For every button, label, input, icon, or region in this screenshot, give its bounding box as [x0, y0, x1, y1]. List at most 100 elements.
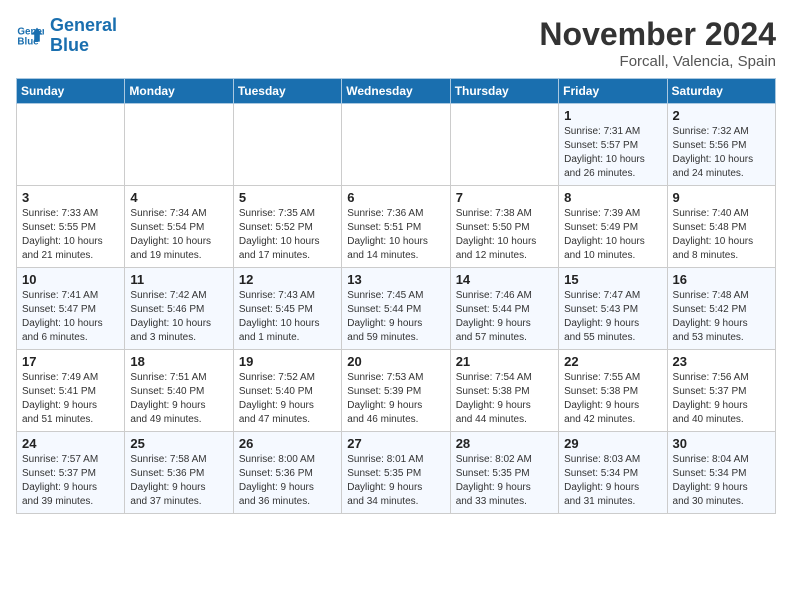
day-number: 9 [673, 190, 770, 205]
day-number: 18 [130, 354, 227, 369]
day-info: Sunrise: 7:41 AM Sunset: 5:47 PM Dayligh… [22, 289, 119, 345]
calendar-day-cell: 20 Sunrise: 7:53 AM Sunset: 5:39 PM Dayli… [342, 350, 450, 432]
calendar-day-cell [342, 104, 450, 186]
day-number: 26 [239, 436, 336, 451]
weekday-header-cell: Sunday [17, 79, 125, 104]
calendar-day-cell: 7Sunrise: 7:38 AM Sunset: 5:50 PM Daylig… [450, 186, 558, 268]
day-info: Sunrise: 7:58 AM Sunset: 5:36 PM Dayligh… [130, 453, 227, 509]
calendar-day-cell [17, 104, 125, 186]
day-number: 6 [347, 190, 444, 205]
day-number: 24 [22, 436, 119, 451]
calendar-day-cell [233, 104, 341, 186]
month-title: November 2024 [539, 16, 776, 53]
calendar-day-cell: 25 Sunrise: 7:58 AM Sunset: 5:36 PM Dayli… [125, 432, 233, 514]
calendar-day-cell: 4Sunrise: 7:34 AM Sunset: 5:54 PM Daylig… [125, 186, 233, 268]
day-number: 16 [673, 272, 770, 287]
day-info: Sunrise: 7:46 AM Sunset: 5:44 PM Dayligh… [456, 289, 553, 345]
title-block: November 2024 Forcall, Valencia, Spain [539, 16, 776, 70]
day-number: 21 [456, 354, 553, 369]
calendar-day-cell: 23Sunrise: 7:56 AM Sunset: 5:37 PM Dayli… [667, 350, 775, 432]
day-number: 7 [456, 190, 553, 205]
day-info: Sunrise: 7:35 AM Sunset: 5:52 PM Dayligh… [239, 207, 336, 263]
day-info: Sunrise: 7:32 AM Sunset: 5:56 PM Dayligh… [673, 125, 770, 181]
page-header: General Blue General Blue November 2024 … [16, 16, 776, 70]
day-info: Sunrise: 8:04 AM Sunset: 5:34 PM Dayligh… [673, 453, 770, 509]
calendar-day-cell: 8Sunrise: 7:39 AM Sunset: 5:49 PM Daylig… [559, 186, 667, 268]
day-number: 28 [456, 436, 553, 451]
calendar-day-cell: 21 Sunrise: 7:54 AM Sunset: 5:38 PM Dayli… [450, 350, 558, 432]
day-number: 29 [564, 436, 661, 451]
day-number: 14 [456, 272, 553, 287]
day-info: Sunrise: 7:40 AM Sunset: 5:48 PM Dayligh… [673, 207, 770, 263]
calendar-week-row: 24 Sunrise: 7:57 AM Sunset: 5:37 PM Dayli… [17, 432, 776, 514]
day-number: 5 [239, 190, 336, 205]
day-info: Sunrise: 8:02 AM Sunset: 5:35 PM Dayligh… [456, 453, 553, 509]
day-info: Sunrise: 8:01 AM Sunset: 5:35 PM Dayligh… [347, 453, 444, 509]
day-info: Sunrise: 8:03 AM Sunset: 5:34 PM Dayligh… [564, 453, 661, 509]
day-info: Sunrise: 7:54 AM Sunset: 5:38 PM Dayligh… [456, 371, 553, 427]
calendar-day-cell: 3 Sunrise: 7:33 AM Sunset: 5:55 PM Daylig… [17, 186, 125, 268]
calendar-day-cell: 27 Sunrise: 8:01 AM Sunset: 5:35 PM Dayli… [342, 432, 450, 514]
calendar-day-cell: 18 Sunrise: 7:51 AM Sunset: 5:40 PM Dayli… [125, 350, 233, 432]
calendar-week-row: 17Sunrise: 7:49 AM Sunset: 5:41 PM Dayli… [17, 350, 776, 432]
calendar-day-cell: 19Sunrise: 7:52 AM Sunset: 5:40 PM Dayli… [233, 350, 341, 432]
day-number: 27 [347, 436, 444, 451]
calendar-day-cell [125, 104, 233, 186]
day-info: Sunrise: 7:51 AM Sunset: 5:40 PM Dayligh… [130, 371, 227, 427]
day-number: 11 [130, 272, 227, 287]
weekday-header-cell: Saturday [667, 79, 775, 104]
day-number: 22 [564, 354, 661, 369]
calendar-day-cell: 17Sunrise: 7:49 AM Sunset: 5:41 PM Dayli… [17, 350, 125, 432]
calendar-day-cell: 15Sunrise: 7:47 AM Sunset: 5:43 PM Dayli… [559, 268, 667, 350]
day-info: Sunrise: 7:49 AM Sunset: 5:41 PM Dayligh… [22, 371, 119, 427]
day-number: 20 [347, 354, 444, 369]
calendar-day-cell: 2 Sunrise: 7:32 AM Sunset: 5:56 PM Daylig… [667, 104, 775, 186]
day-info: Sunrise: 7:33 AM Sunset: 5:55 PM Dayligh… [22, 207, 119, 263]
day-number: 13 [347, 272, 444, 287]
logo-icon: General Blue [16, 22, 44, 50]
day-number: 1 [564, 108, 661, 123]
calendar-day-cell: 13 Sunrise: 7:45 AM Sunset: 5:44 PM Dayli… [342, 268, 450, 350]
calendar-body: 1 Sunrise: 7:31 AM Sunset: 5:57 PM Daylig… [17, 104, 776, 514]
location-title: Forcall, Valencia, Spain [539, 53, 776, 70]
day-number: 2 [673, 108, 770, 123]
day-number: 25 [130, 436, 227, 451]
calendar-day-cell: 24 Sunrise: 7:57 AM Sunset: 5:37 PM Dayli… [17, 432, 125, 514]
day-info: Sunrise: 7:52 AM Sunset: 5:40 PM Dayligh… [239, 371, 336, 427]
day-info: Sunrise: 7:48 AM Sunset: 5:42 PM Dayligh… [673, 289, 770, 345]
day-info: Sunrise: 7:34 AM Sunset: 5:54 PM Dayligh… [130, 207, 227, 263]
day-number: 3 [22, 190, 119, 205]
logo-text-line2: Blue [50, 36, 117, 56]
day-info: Sunrise: 7:36 AM Sunset: 5:51 PM Dayligh… [347, 207, 444, 263]
logo: General Blue General Blue [16, 16, 117, 56]
day-number: 8 [564, 190, 661, 205]
weekday-header-cell: Monday [125, 79, 233, 104]
day-info: Sunrise: 7:53 AM Sunset: 5:39 PM Dayligh… [347, 371, 444, 427]
calendar-day-cell [450, 104, 558, 186]
day-info: Sunrise: 7:45 AM Sunset: 5:44 PM Dayligh… [347, 289, 444, 345]
calendar-day-cell: 16 Sunrise: 7:48 AM Sunset: 5:42 PM Dayli… [667, 268, 775, 350]
day-info: Sunrise: 7:31 AM Sunset: 5:57 PM Dayligh… [564, 125, 661, 181]
day-info: Sunrise: 7:55 AM Sunset: 5:38 PM Dayligh… [564, 371, 661, 427]
calendar-week-row: 1 Sunrise: 7:31 AM Sunset: 5:57 PM Daylig… [17, 104, 776, 186]
weekday-header-cell: Wednesday [342, 79, 450, 104]
day-info: Sunrise: 7:43 AM Sunset: 5:45 PM Dayligh… [239, 289, 336, 345]
calendar-day-cell: 26Sunrise: 8:00 AM Sunset: 5:36 PM Dayli… [233, 432, 341, 514]
calendar-week-row: 3 Sunrise: 7:33 AM Sunset: 5:55 PM Daylig… [17, 186, 776, 268]
day-info: Sunrise: 7:47 AM Sunset: 5:43 PM Dayligh… [564, 289, 661, 345]
day-info: Sunrise: 7:56 AM Sunset: 5:37 PM Dayligh… [673, 371, 770, 427]
calendar-day-cell: 9 Sunrise: 7:40 AM Sunset: 5:48 PM Daylig… [667, 186, 775, 268]
weekday-header-cell: Friday [559, 79, 667, 104]
weekday-header-row: SundayMondayTuesdayWednesdayThursdayFrid… [17, 79, 776, 104]
calendar-day-cell: 5 Sunrise: 7:35 AM Sunset: 5:52 PM Daylig… [233, 186, 341, 268]
calendar-day-cell: 1 Sunrise: 7:31 AM Sunset: 5:57 PM Daylig… [559, 104, 667, 186]
day-info: Sunrise: 7:57 AM Sunset: 5:37 PM Dayligh… [22, 453, 119, 509]
calendar-day-cell: 28 Sunrise: 8:02 AM Sunset: 5:35 PM Dayli… [450, 432, 558, 514]
day-number: 10 [22, 272, 119, 287]
logo-text-line1: General [50, 16, 117, 36]
calendar-day-cell: 6 Sunrise: 7:36 AM Sunset: 5:51 PM Daylig… [342, 186, 450, 268]
calendar-day-cell: 14 Sunrise: 7:46 AM Sunset: 5:44 PM Dayli… [450, 268, 558, 350]
calendar-day-cell: 29 Sunrise: 8:03 AM Sunset: 5:34 PM Dayli… [559, 432, 667, 514]
calendar-week-row: 10 Sunrise: 7:41 AM Sunset: 5:47 PM Dayli… [17, 268, 776, 350]
calendar-table: SundayMondayTuesdayWednesdayThursdayFrid… [16, 78, 776, 514]
